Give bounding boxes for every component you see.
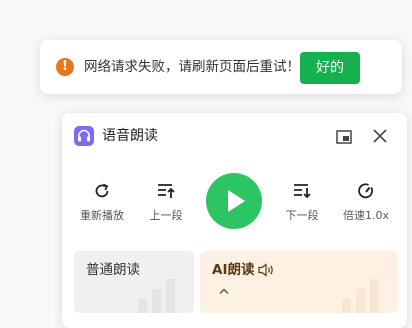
replay-button[interactable]: 重新播放: [72, 181, 132, 223]
error-toast: ! 网络请求失败，请刷新页面后重试！ 好的: [40, 40, 402, 94]
speed-label: 倍速1.0x: [342, 209, 389, 222]
play-button[interactable]: [206, 173, 262, 229]
prev-paragraph-label: 上一段: [149, 209, 183, 222]
refresh-icon: [95, 183, 109, 198]
speed-button[interactable]: 倍速1.0x: [336, 181, 396, 223]
sound-bars-decoration: [342, 279, 379, 313]
picture-in-picture-icon[interactable]: [336, 129, 352, 144]
replay-label: 重新播放: [80, 209, 124, 222]
ai-reading-mode[interactable]: AI朗读: [200, 251, 398, 313]
speech-reader-panel: 语音朗读 重新播放 上一段 下一段 倍速1.0x 普通朗读 AI朗读: [62, 113, 407, 328]
exclamation-icon: !: [56, 58, 74, 76]
sound-bars-decoration: [138, 279, 175, 313]
speed-icon: [358, 183, 373, 199]
ai-mode-label: AI朗读: [212, 262, 255, 278]
chevron-up-icon[interactable]: [218, 287, 230, 295]
normal-reading-mode[interactable]: 普通朗读: [74, 251, 194, 313]
next-paragraph-button[interactable]: 下一段: [272, 181, 332, 223]
next-paragraph-icon: [294, 184, 311, 199]
play-icon: [228, 190, 245, 212]
prev-paragraph-icon: [158, 184, 175, 198]
close-icon[interactable]: [372, 128, 388, 144]
ok-button[interactable]: 好的: [300, 52, 360, 84]
prev-paragraph-button[interactable]: 上一段: [136, 181, 196, 223]
next-paragraph-label: 下一段: [285, 209, 319, 222]
speaker-icon: [258, 263, 273, 277]
panel-title: 语音朗读: [102, 128, 158, 144]
toast-message: 网络请求失败，请刷新页面后重试！: [84, 59, 300, 75]
headphones-icon: [74, 126, 94, 146]
